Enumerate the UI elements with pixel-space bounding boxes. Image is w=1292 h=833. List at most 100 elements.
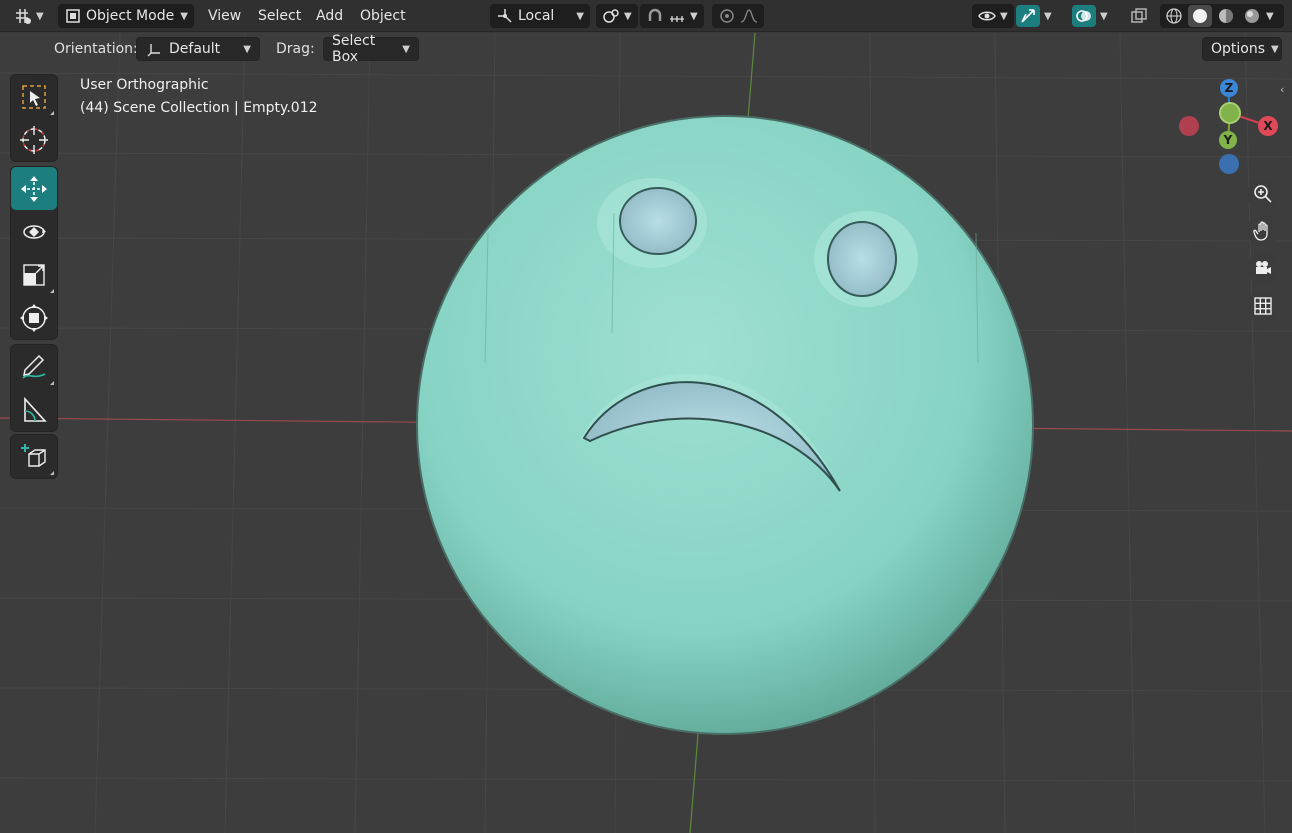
solid-shading-icon[interactable]	[1188, 5, 1212, 27]
rendered-shading-icon[interactable]	[1240, 5, 1264, 27]
editor-type-button[interactable]: ▼	[8, 4, 50, 28]
gizmo-neg-x-axis[interactable]	[1179, 116, 1199, 136]
drag-dropdown[interactable]: Select Box ▼	[323, 33, 419, 65]
mode-label: Object Mode	[86, 8, 175, 24]
chevron-down-icon: ▼	[1000, 10, 1008, 22]
chevron-down-icon: ▼	[576, 10, 584, 22]
orientation-label: Local	[518, 8, 555, 24]
falloff-curve-icon	[740, 7, 758, 25]
gizmo-neg-z-axis[interactable]	[1219, 154, 1239, 174]
scale-icon	[23, 263, 45, 286]
move-icon	[21, 175, 47, 202]
camera-icon	[1256, 261, 1271, 274]
gizmo-center[interactable]	[1219, 102, 1241, 124]
chevron-down-icon: ▼	[1271, 43, 1279, 55]
gizmo-toggle[interactable]: ▼	[1014, 4, 1054, 28]
visibility-dropdown[interactable]: ▼	[972, 4, 1014, 28]
gizmo-y-axis[interactable]: Y	[1219, 131, 1237, 149]
perspective-grid-icon	[1254, 297, 1272, 315]
gizmo-icon	[1016, 5, 1040, 27]
orientation-value: Default	[169, 41, 221, 57]
right-eye-hole	[827, 221, 897, 297]
tool-cursor[interactable]	[11, 118, 57, 161]
tool-annotate[interactable]	[11, 345, 57, 388]
orientation-label: Orientation:	[54, 41, 138, 57]
toolbar-group-annotate	[10, 344, 58, 432]
zoom-button[interactable]	[1247, 178, 1279, 210]
options-dropdown[interactable]: Options ▼	[1202, 37, 1282, 61]
tool-scale[interactable]	[11, 253, 57, 296]
toolbar-group-add	[10, 434, 58, 479]
gizmo-z-axis[interactable]: Z	[1220, 79, 1238, 97]
camera-view-button[interactable]	[1247, 252, 1279, 284]
chevron-down-icon: ▼	[402, 43, 410, 55]
perspective-toggle-button[interactable]	[1247, 290, 1279, 322]
left-eye-hole	[619, 187, 697, 255]
proportional-icon	[718, 7, 736, 25]
menu-select[interactable]: Select	[252, 4, 307, 28]
tool-measure[interactable]	[11, 388, 57, 431]
orientation-axes-icon	[145, 40, 163, 58]
tool-transform[interactable]	[11, 296, 57, 339]
chevron-down-icon[interactable]: ▼	[1266, 11, 1274, 22]
tool-rotate[interactable]	[11, 210, 57, 253]
menu-add[interactable]: Add	[310, 4, 349, 28]
sphere-object	[416, 115, 1034, 735]
add-cube-icon	[21, 443, 46, 467]
viewport-grid	[0, 33, 1292, 833]
drag-label: Drag:	[276, 41, 315, 57]
menu-object[interactable]: Object	[354, 4, 412, 28]
navigation-gizmo[interactable]: Z X Y	[1170, 70, 1290, 180]
shading-switcher: ▼	[1160, 4, 1284, 28]
pan-hand-icon	[1253, 221, 1268, 241]
transform-orientation-dropdown[interactable]: Local ▼	[490, 4, 590, 28]
3d-viewport[interactable]: Orientation: Default ▼ Drag: Select Box …	[0, 33, 1292, 833]
eye-icon	[978, 7, 996, 25]
transform-icon	[20, 303, 48, 332]
measure-icon	[24, 396, 47, 422]
orientation-dropdown[interactable]: Default ▼	[136, 37, 260, 61]
toolbar-group-transform	[10, 166, 58, 340]
tool-move[interactable]	[11, 167, 57, 210]
xray-icon	[1130, 7, 1148, 25]
chevron-down-icon: ▼	[1100, 10, 1108, 22]
mode-dropdown[interactable]: Object Mode ▼	[58, 4, 194, 28]
chevron-down-icon: ▼	[690, 10, 698, 22]
snap-increment-icon	[668, 7, 686, 25]
viewport-info: User Orthographic (44) Scene Collection …	[80, 74, 318, 120]
object-mode-icon	[64, 7, 82, 25]
proportional-editing[interactable]	[712, 4, 764, 28]
select-box-icon	[22, 84, 46, 109]
wireframe-shading-icon[interactable]	[1162, 5, 1186, 27]
chevron-down-icon: ▼	[624, 10, 632, 22]
zoom-icon	[1254, 185, 1272, 203]
snap-dropdown[interactable]: ▼	[640, 4, 704, 28]
orientation-axes-icon	[496, 7, 514, 25]
overlays-toggle[interactable]: ▼	[1070, 4, 1110, 28]
pivot-icon	[602, 7, 620, 25]
chevron-down-icon: ▼	[36, 10, 44, 22]
tool-add-cube[interactable]	[11, 435, 57, 478]
chevron-down-icon: ▼	[1044, 10, 1052, 22]
annotate-icon	[22, 354, 46, 379]
options-label: Options	[1211, 41, 1266, 57]
drag-value: Select Box	[332, 33, 376, 65]
pivot-point-dropdown[interactable]: ▼	[596, 4, 638, 28]
rotate-icon	[23, 224, 46, 239]
viewport-header: ▼ Object Mode ▼ View Select Add Object L…	[0, 0, 1292, 32]
chevron-down-icon: ▼	[180, 10, 188, 22]
xray-toggle[interactable]	[1128, 4, 1150, 28]
pan-button[interactable]	[1247, 215, 1279, 247]
view-name: User Orthographic	[80, 77, 209, 93]
cursor-icon	[20, 125, 48, 154]
grid-editor-icon	[14, 7, 32, 25]
tool-select-box[interactable]	[11, 75, 57, 118]
chevron-down-icon: ▼	[243, 43, 251, 55]
magnet-icon	[646, 7, 664, 25]
material-shading-icon[interactable]	[1214, 5, 1238, 27]
collection-info: (44) Scene Collection | Empty.012	[80, 100, 318, 116]
toolbar-group-select	[10, 74, 58, 162]
gizmo-x-axis[interactable]: X	[1258, 116, 1278, 136]
overlays-icon	[1072, 5, 1096, 27]
menu-view[interactable]: View	[202, 4, 247, 28]
